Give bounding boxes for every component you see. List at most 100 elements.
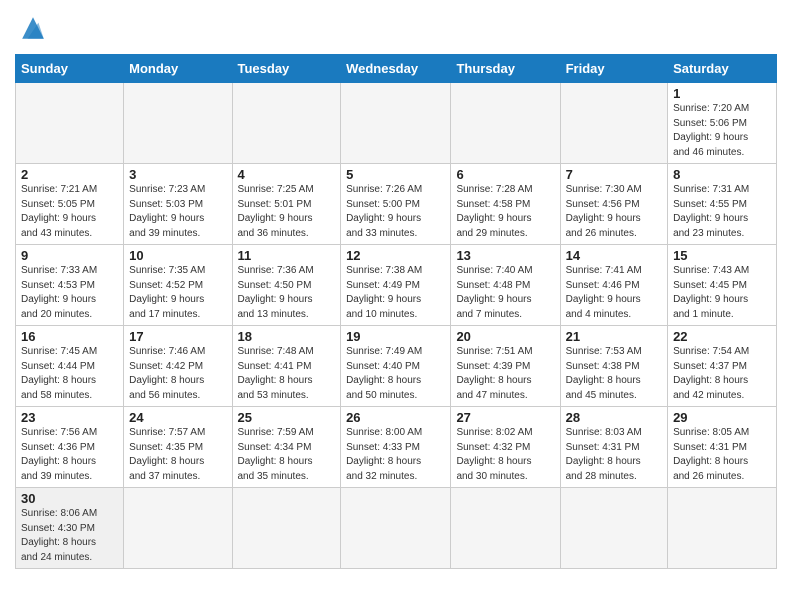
calendar-cell	[232, 83, 341, 164]
calendar-cell: 20Sunrise: 7:51 AM Sunset: 4:39 PM Dayli…	[451, 326, 560, 407]
calendar-cell: 10Sunrise: 7:35 AM Sunset: 4:52 PM Dayli…	[124, 245, 232, 326]
day-info: Sunrise: 8:00 AM Sunset: 4:33 PM Dayligh…	[346, 426, 445, 484]
calendar-cell: 21Sunrise: 7:53 AM Sunset: 4:38 PM Dayli…	[560, 326, 667, 407]
calendar-cell	[560, 488, 667, 569]
calendar-cell: 4Sunrise: 7:25 AM Sunset: 5:01 PM Daylig…	[232, 164, 341, 245]
calendar-cell: 7Sunrise: 7:30 AM Sunset: 4:56 PM Daylig…	[560, 164, 667, 245]
day-number: 15	[673, 248, 771, 263]
day-info: Sunrise: 7:54 AM Sunset: 4:37 PM Dayligh…	[673, 345, 771, 403]
day-number: 25	[238, 410, 336, 425]
page-header	[15, 10, 777, 46]
calendar-table: SundayMondayTuesdayWednesdayThursdayFrid…	[15, 54, 777, 569]
calendar-week-2: 9Sunrise: 7:33 AM Sunset: 4:53 PM Daylig…	[16, 245, 777, 326]
day-number: 3	[129, 167, 226, 182]
day-info: Sunrise: 7:30 AM Sunset: 4:56 PM Dayligh…	[566, 183, 662, 241]
day-number: 2	[21, 167, 118, 182]
day-number: 18	[238, 329, 336, 344]
day-info: Sunrise: 7:35 AM Sunset: 4:52 PM Dayligh…	[129, 264, 226, 322]
day-info: Sunrise: 7:43 AM Sunset: 4:45 PM Dayligh…	[673, 264, 771, 322]
calendar-cell: 23Sunrise: 7:56 AM Sunset: 4:36 PM Dayli…	[16, 407, 124, 488]
day-info: Sunrise: 7:31 AM Sunset: 4:55 PM Dayligh…	[673, 183, 771, 241]
calendar-cell: 8Sunrise: 7:31 AM Sunset: 4:55 PM Daylig…	[668, 164, 777, 245]
day-info: Sunrise: 8:06 AM Sunset: 4:30 PM Dayligh…	[21, 507, 118, 565]
logo-icon	[15, 10, 51, 46]
calendar-cell	[451, 83, 560, 164]
day-number: 21	[566, 329, 662, 344]
calendar-cell: 13Sunrise: 7:40 AM Sunset: 4:48 PM Dayli…	[451, 245, 560, 326]
day-number: 29	[673, 410, 771, 425]
calendar-week-3: 16Sunrise: 7:45 AM Sunset: 4:44 PM Dayli…	[16, 326, 777, 407]
calendar-cell: 9Sunrise: 7:33 AM Sunset: 4:53 PM Daylig…	[16, 245, 124, 326]
calendar-cell: 27Sunrise: 8:02 AM Sunset: 4:32 PM Dayli…	[451, 407, 560, 488]
day-number: 9	[21, 248, 118, 263]
calendar-cell: 5Sunrise: 7:26 AM Sunset: 5:00 PM Daylig…	[341, 164, 451, 245]
day-info: Sunrise: 7:45 AM Sunset: 4:44 PM Dayligh…	[21, 345, 118, 403]
header-sunday: Sunday	[16, 55, 124, 83]
calendar-cell	[124, 488, 232, 569]
day-info: Sunrise: 7:26 AM Sunset: 5:00 PM Dayligh…	[346, 183, 445, 241]
calendar-cell: 26Sunrise: 8:00 AM Sunset: 4:33 PM Dayli…	[341, 407, 451, 488]
day-info: Sunrise: 7:48 AM Sunset: 4:41 PM Dayligh…	[238, 345, 336, 403]
day-number: 5	[346, 167, 445, 182]
calendar-cell: 12Sunrise: 7:38 AM Sunset: 4:49 PM Dayli…	[341, 245, 451, 326]
day-number: 30	[21, 491, 118, 506]
day-info: Sunrise: 7:56 AM Sunset: 4:36 PM Dayligh…	[21, 426, 118, 484]
calendar-cell: 15Sunrise: 7:43 AM Sunset: 4:45 PM Dayli…	[668, 245, 777, 326]
calendar-week-0: 1Sunrise: 7:20 AM Sunset: 5:06 PM Daylig…	[16, 83, 777, 164]
header-wednesday: Wednesday	[341, 55, 451, 83]
day-number: 13	[456, 248, 554, 263]
calendar-cell: 29Sunrise: 8:05 AM Sunset: 4:31 PM Dayli…	[668, 407, 777, 488]
calendar-cell: 18Sunrise: 7:48 AM Sunset: 4:41 PM Dayli…	[232, 326, 341, 407]
calendar-cell: 19Sunrise: 7:49 AM Sunset: 4:40 PM Dayli…	[341, 326, 451, 407]
day-info: Sunrise: 8:02 AM Sunset: 4:32 PM Dayligh…	[456, 426, 554, 484]
day-number: 1	[673, 86, 771, 101]
calendar-cell: 2Sunrise: 7:21 AM Sunset: 5:05 PM Daylig…	[16, 164, 124, 245]
calendar-cell: 16Sunrise: 7:45 AM Sunset: 4:44 PM Dayli…	[16, 326, 124, 407]
day-info: Sunrise: 7:49 AM Sunset: 4:40 PM Dayligh…	[346, 345, 445, 403]
day-number: 23	[21, 410, 118, 425]
calendar-cell: 24Sunrise: 7:57 AM Sunset: 4:35 PM Dayli…	[124, 407, 232, 488]
day-number: 12	[346, 248, 445, 263]
day-info: Sunrise: 7:20 AM Sunset: 5:06 PM Dayligh…	[673, 102, 771, 160]
calendar-cell: 25Sunrise: 7:59 AM Sunset: 4:34 PM Dayli…	[232, 407, 341, 488]
calendar-cell: 14Sunrise: 7:41 AM Sunset: 4:46 PM Dayli…	[560, 245, 667, 326]
day-number: 14	[566, 248, 662, 263]
day-info: Sunrise: 7:53 AM Sunset: 4:38 PM Dayligh…	[566, 345, 662, 403]
calendar-cell	[124, 83, 232, 164]
day-info: Sunrise: 7:57 AM Sunset: 4:35 PM Dayligh…	[129, 426, 226, 484]
day-info: Sunrise: 8:03 AM Sunset: 4:31 PM Dayligh…	[566, 426, 662, 484]
day-info: Sunrise: 7:51 AM Sunset: 4:39 PM Dayligh…	[456, 345, 554, 403]
day-number: 24	[129, 410, 226, 425]
calendar-cell: 30Sunrise: 8:06 AM Sunset: 4:30 PM Dayli…	[16, 488, 124, 569]
calendar-cell	[560, 83, 667, 164]
day-info: Sunrise: 7:21 AM Sunset: 5:05 PM Dayligh…	[21, 183, 118, 241]
calendar-cell	[668, 488, 777, 569]
header-friday: Friday	[560, 55, 667, 83]
day-info: Sunrise: 7:59 AM Sunset: 4:34 PM Dayligh…	[238, 426, 336, 484]
day-info: Sunrise: 7:41 AM Sunset: 4:46 PM Dayligh…	[566, 264, 662, 322]
calendar-cell: 17Sunrise: 7:46 AM Sunset: 4:42 PM Dayli…	[124, 326, 232, 407]
calendar-week-5: 30Sunrise: 8:06 AM Sunset: 4:30 PM Dayli…	[16, 488, 777, 569]
day-number: 28	[566, 410, 662, 425]
day-number: 17	[129, 329, 226, 344]
day-info: Sunrise: 7:25 AM Sunset: 5:01 PM Dayligh…	[238, 183, 336, 241]
day-info: Sunrise: 7:36 AM Sunset: 4:50 PM Dayligh…	[238, 264, 336, 322]
day-number: 20	[456, 329, 554, 344]
calendar-cell	[341, 488, 451, 569]
day-number: 26	[346, 410, 445, 425]
header-saturday: Saturday	[668, 55, 777, 83]
calendar-cell: 28Sunrise: 8:03 AM Sunset: 4:31 PM Dayli…	[560, 407, 667, 488]
calendar-cell	[16, 83, 124, 164]
header-tuesday: Tuesday	[232, 55, 341, 83]
calendar-header-row: SundayMondayTuesdayWednesdayThursdayFrid…	[16, 55, 777, 83]
calendar-cell: 11Sunrise: 7:36 AM Sunset: 4:50 PM Dayli…	[232, 245, 341, 326]
header-thursday: Thursday	[451, 55, 560, 83]
day-number: 11	[238, 248, 336, 263]
day-number: 16	[21, 329, 118, 344]
calendar-week-4: 23Sunrise: 7:56 AM Sunset: 4:36 PM Dayli…	[16, 407, 777, 488]
day-number: 8	[673, 167, 771, 182]
day-number: 4	[238, 167, 336, 182]
logo	[15, 10, 55, 46]
calendar-cell: 22Sunrise: 7:54 AM Sunset: 4:37 PM Dayli…	[668, 326, 777, 407]
day-info: Sunrise: 7:33 AM Sunset: 4:53 PM Dayligh…	[21, 264, 118, 322]
